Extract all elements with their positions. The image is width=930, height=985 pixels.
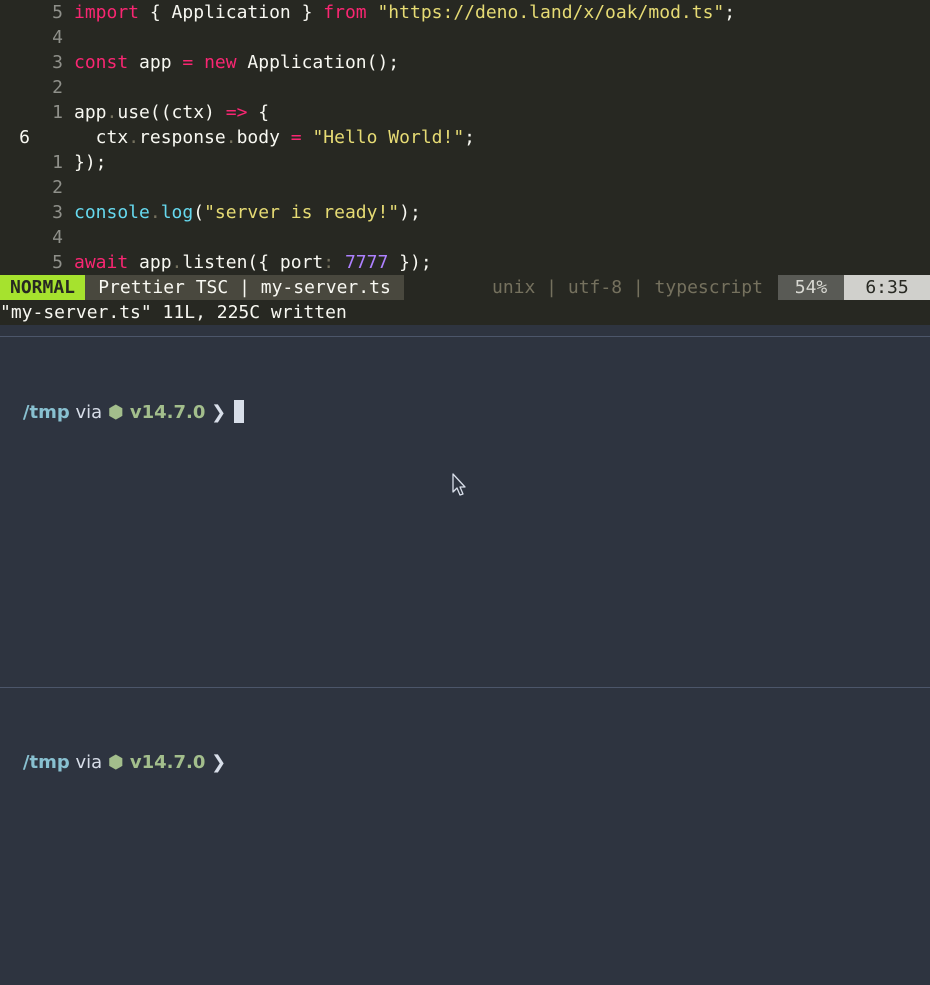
- code-token: ;: [464, 127, 476, 148]
- prompt-arrow: ❯: [205, 402, 227, 423]
- code-token: .: [225, 127, 237, 148]
- command-message: "my-server.ts" 11L, 225C written: [0, 300, 930, 325]
- prompt-via: via: [69, 402, 108, 423]
- code-text: const app = new Application();: [74, 50, 399, 75]
- line-number: 5: [52, 2, 63, 23]
- line-number: 2: [52, 177, 63, 198]
- code-line[interactable]: 2: [0, 75, 930, 100]
- text-cursor: [234, 400, 245, 423]
- vim-statusline: NORMAL Prettier TSC | my-server.ts unix …: [0, 275, 930, 300]
- code-token: from: [323, 2, 367, 23]
- code-token: =: [290, 127, 302, 148]
- code-token: });: [74, 152, 107, 173]
- mouse-pointer-icon: [452, 473, 466, 496]
- code-token: {: [247, 102, 270, 123]
- hexagon-icon: ⬢: [107, 402, 124, 423]
- prompt-directory: /tmp: [22, 752, 70, 773]
- code-token: response: [139, 127, 226, 148]
- code-token: await: [74, 252, 129, 273]
- code-line[interactable]: 1});: [0, 150, 930, 175]
- code-token: "Hello World!": [312, 127, 465, 148]
- code-token: :: [323, 252, 335, 273]
- code-text: console.log("server is ready!");: [74, 200, 421, 225]
- line-number: 1: [52, 102, 63, 123]
- node-version: v14.7.0: [123, 752, 206, 773]
- prompt-arrow: ❯: [205, 752, 227, 773]
- code-token: console: [74, 202, 150, 223]
- code-token: "server is ready!": [204, 202, 400, 223]
- code-line[interactable]: 5 await app.listen({ port: 7777 });: [0, 250, 930, 275]
- code-token: });: [388, 252, 432, 273]
- prompt-via: via: [69, 752, 108, 773]
- shell-prompt: /tmp via ⬢ v14.7.0 ❯: [0, 725, 226, 773]
- code-token: ;: [724, 2, 736, 23]
- line-number: 1: [52, 152, 63, 173]
- code-token: app: [128, 252, 172, 273]
- code-line[interactable]: 4: [0, 25, 930, 50]
- vim-editor[interactable]: 5 import { Application } from "https://de…: [0, 0, 930, 275]
- code-token: app: [74, 102, 107, 123]
- line-number: 4: [52, 227, 63, 248]
- code-text: ctx.response.body = "Hello World!";: [74, 125, 475, 150]
- scroll-percent: 54%: [778, 275, 844, 300]
- code-token: import: [74, 2, 140, 23]
- code-line[interactable]: 3 const app = new Application();: [0, 50, 930, 75]
- code-text: });: [74, 150, 107, 175]
- line-number: 4: [52, 27, 63, 48]
- code-token: .: [106, 102, 118, 123]
- code-token: (: [193, 202, 205, 223]
- code-token: new: [204, 52, 237, 73]
- code-line[interactable]: 1 app.use((ctx) => {: [0, 100, 930, 125]
- code-token: .: [149, 202, 161, 223]
- node-version: v14.7.0: [123, 402, 206, 423]
- hexagon-icon: ⬢: [107, 752, 124, 773]
- code-token: ctx: [74, 127, 129, 148]
- code-line[interactable]: 3 console.log("server is ready!");: [0, 200, 930, 225]
- code-token: app: [128, 52, 183, 73]
- code-token: const: [74, 52, 129, 73]
- line-number: 2: [52, 77, 63, 98]
- line-number: 6: [19, 127, 30, 148]
- code-line[interactable]: 5 import { Application } from "https://de…: [0, 0, 930, 25]
- terminal-pane-top[interactable]: /tmp via ⬢ v14.7.0 ❯: [0, 337, 930, 687]
- code-token: listen({ port: [182, 252, 324, 273]
- code-token: log: [160, 202, 194, 223]
- code-text: await app.listen({ port: 7777 });: [74, 250, 432, 275]
- code-token: { Application }: [139, 2, 324, 23]
- prompt-directory: /tmp: [22, 402, 70, 423]
- code-token: =: [182, 52, 194, 73]
- code-token: .: [171, 252, 183, 273]
- line-number: 3: [52, 202, 63, 223]
- code-line[interactable]: 6 ctx.response.body = "Hello World!";: [0, 125, 930, 150]
- shell-prompt: /tmp via ⬢ v14.7.0 ❯: [0, 375, 245, 423]
- code-token: 7777: [344, 252, 389, 273]
- mode-indicator: NORMAL: [0, 275, 85, 300]
- code-line[interactable]: 2: [0, 175, 930, 200]
- code-token: body: [236, 127, 291, 148]
- code-token: );: [399, 202, 421, 223]
- file-info: unix | utf-8 | typescript: [492, 277, 763, 298]
- code-text: app.use((ctx) => {: [74, 100, 269, 125]
- code-token: =>: [225, 102, 248, 123]
- terminal-pane-bottom[interactable]: /tmp via ⬢ v14.7.0 ❯: [0, 688, 930, 985]
- file-segment: Prettier TSC | my-server.ts: [85, 275, 404, 300]
- line-number: 5: [52, 252, 63, 273]
- code-line[interactable]: 4: [0, 225, 930, 250]
- code-token: "https://deno.land/x/oak/mod.ts": [377, 2, 725, 23]
- code-token: use((ctx): [117, 102, 226, 123]
- code-text: import { Application } from "https://den…: [74, 0, 735, 25]
- code-token: .: [128, 127, 140, 148]
- code-token: Application();: [236, 52, 400, 73]
- line-number: 3: [52, 52, 63, 73]
- cursor-position: 6:35: [844, 275, 930, 300]
